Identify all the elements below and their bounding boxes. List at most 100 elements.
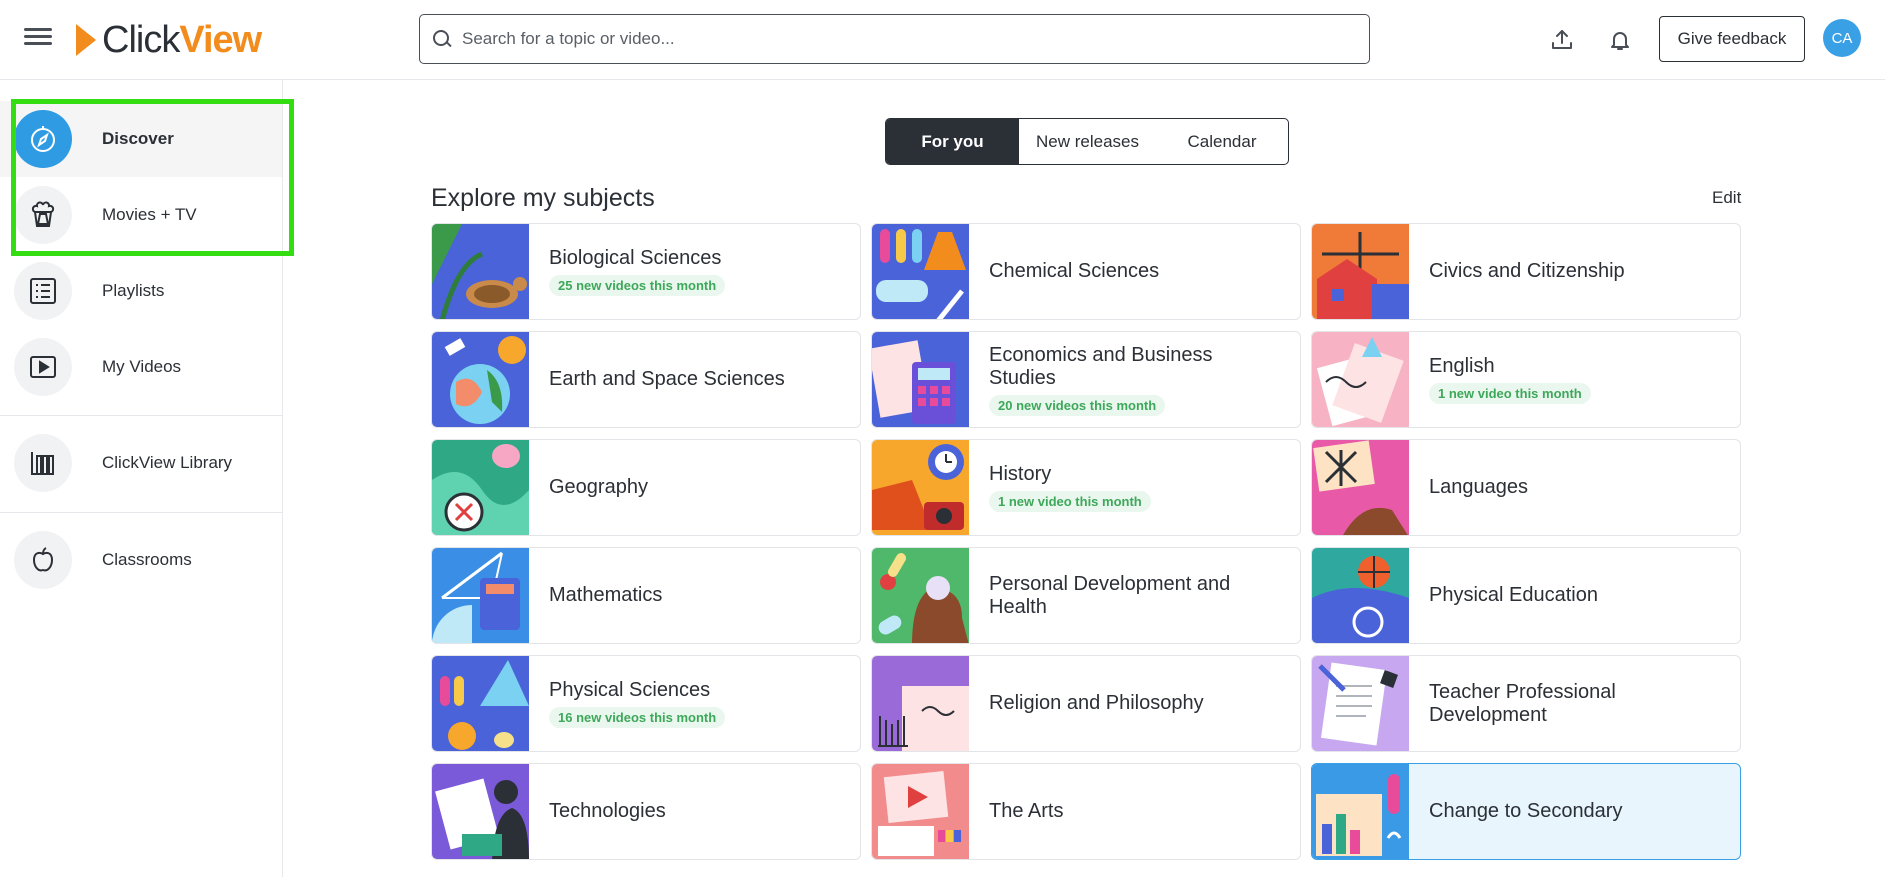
sidebar-item-my-videos[interactable]: My Videos	[0, 329, 282, 405]
subject-title: Economics and Business Studies	[989, 343, 1213, 389]
apple-icon	[14, 531, 72, 589]
subject-title: Teacher Professional Development	[1429, 680, 1616, 726]
sidebar-item-classrooms[interactable]: Classrooms	[0, 522, 282, 598]
subject-title: Technologies	[549, 800, 666, 822]
subject-title: Biological Sciences	[549, 247, 722, 269]
new-videos-badge: 16 new videos this month	[549, 707, 726, 728]
search-input[interactable]	[462, 29, 1342, 49]
sidebar-item-label: Playlists	[102, 281, 165, 300]
change-to-secondary-card[interactable]: Change to Secondary	[1311, 763, 1741, 860]
subject-thumbnail	[1312, 224, 1409, 319]
sidebar-item-playlists[interactable]: Playlists	[0, 253, 282, 329]
sidebar-item-label: Movies + TV	[102, 205, 197, 224]
sidebar-item-label: Discover	[102, 129, 174, 148]
search-bar[interactable]	[419, 14, 1370, 64]
subject-thumbnail	[432, 764, 529, 859]
subject-card-chemical-sciences[interactable]: Chemical Sciences	[871, 223, 1301, 320]
play-triangle-icon	[76, 24, 96, 56]
subject-thumbnail	[1312, 764, 1409, 859]
tab-calendar[interactable]: Calendar	[1156, 119, 1288, 164]
subject-card-biological-sciences[interactable]: Biological Sciences 25 new videos this m…	[431, 223, 861, 320]
sidebar-item-movies-tv[interactable]: Movies + TV	[0, 177, 282, 253]
subject-title: Languages	[1429, 476, 1528, 498]
subject-title: Civics and Citizenship	[1429, 260, 1625, 282]
new-videos-badge: 1 new video this month	[989, 491, 1151, 512]
subject-title: Change to Secondary	[1429, 800, 1623, 822]
search-icon	[432, 29, 452, 49]
tab-for-you[interactable]: For you	[886, 119, 1019, 164]
subject-card-physical-education[interactable]: Physical Education	[1311, 547, 1741, 644]
subject-title: History	[989, 463, 1052, 485]
subject-title: Personal Development and Health	[989, 572, 1231, 618]
content-tabs: For you New releases Calendar	[885, 118, 1289, 165]
subject-title: Mathematics	[549, 584, 663, 606]
new-videos-badge: 1 new video this month	[1429, 383, 1591, 404]
sidebar-divider	[0, 512, 282, 513]
subject-title: English	[1429, 355, 1495, 377]
subject-thumbnail	[1312, 656, 1409, 751]
subject-card-economics-and-business-studies[interactable]: Economics and Business Studies 20 new vi…	[871, 331, 1301, 428]
subject-card-civics-and-citizenship[interactable]: Civics and Citizenship	[1311, 223, 1741, 320]
subject-title: Geography	[549, 476, 648, 498]
notification-bell-icon[interactable]	[1602, 22, 1638, 58]
new-videos-badge: 25 new videos this month	[549, 275, 726, 296]
subject-card-geography[interactable]: Geography	[431, 439, 861, 536]
give-feedback-button[interactable]: Give feedback	[1659, 16, 1805, 62]
subject-title: Earth and Space Sciences	[549, 368, 785, 390]
section-title: Explore my subjects	[431, 184, 655, 212]
sidebar-item-label: Classrooms	[102, 550, 192, 569]
subjects-grid: Biological Sciences 25 new videos this m…	[431, 223, 1743, 860]
subject-title: Physical Education	[1429, 584, 1598, 606]
subject-card-earth-and-space-sciences[interactable]: Earth and Space Sciences	[431, 331, 861, 428]
subject-thumbnail	[432, 548, 529, 643]
subject-thumbnail	[432, 656, 529, 751]
subject-title: Chemical Sciences	[989, 260, 1160, 282]
hamburger-menu-icon[interactable]	[24, 24, 52, 52]
sidebar-item-label: My Videos	[102, 357, 182, 376]
subject-card-english[interactable]: English 1 new video this month	[1311, 331, 1741, 428]
subject-title: Physical Sciences	[549, 679, 711, 701]
compass-icon	[14, 110, 72, 168]
subject-card-technologies[interactable]: Technologies	[431, 763, 861, 860]
list-icon	[14, 262, 72, 320]
subject-thumbnail	[432, 440, 529, 535]
subject-card-the-arts[interactable]: The Arts	[871, 763, 1301, 860]
library-icon	[14, 434, 72, 492]
top-bar: ClickView Give feedback CA	[0, 0, 1885, 80]
subject-card-history[interactable]: History 1 new video this month	[871, 439, 1301, 536]
popcorn-icon	[14, 186, 72, 244]
subject-card-personal-development-and-health[interactable]: Personal Development and Health	[871, 547, 1301, 644]
subject-thumbnail	[432, 332, 529, 427]
subject-thumbnail	[872, 656, 969, 751]
subject-thumbnail	[872, 764, 969, 859]
logo-text-view: View	[179, 19, 262, 61]
subject-card-physical-sciences[interactable]: Physical Sciences 16 new videos this mon…	[431, 655, 861, 752]
logo-text-click: Click	[102, 19, 180, 61]
user-avatar[interactable]: CA	[1823, 19, 1861, 57]
tab-new-releases[interactable]: New releases	[1019, 119, 1156, 164]
play-icon	[14, 338, 72, 396]
sidebar: Discover Movies + TV Playlists My Videos	[0, 80, 283, 877]
subject-title: The Arts	[989, 800, 1064, 822]
subject-title: Religion and Philosophy	[989, 692, 1204, 714]
subject-thumbnail	[872, 548, 969, 643]
subject-thumbnail	[872, 440, 969, 535]
subject-card-teacher-professional-development[interactable]: Teacher Professional Development	[1311, 655, 1741, 752]
subject-thumbnail	[872, 224, 969, 319]
sidebar-item-label: ClickView Library	[102, 453, 233, 472]
upload-icon[interactable]	[1544, 22, 1580, 58]
subject-card-languages[interactable]: Languages	[1311, 439, 1741, 536]
subject-thumbnail	[1312, 440, 1409, 535]
new-videos-badge: 20 new videos this month	[989, 394, 1166, 416]
subject-thumbnail	[432, 224, 529, 319]
clickview-logo[interactable]: ClickView	[76, 18, 262, 62]
sidebar-item-discover[interactable]: Discover	[0, 101, 282, 177]
edit-button[interactable]: Edit	[1712, 188, 1741, 208]
sidebar-item-clickview-library[interactable]: ClickView Library	[0, 425, 282, 501]
subject-card-mathematics[interactable]: Mathematics	[431, 547, 861, 644]
subject-card-religion-and-philosophy[interactable]: Religion and Philosophy	[871, 655, 1301, 752]
subject-thumbnail	[1312, 332, 1409, 427]
subject-thumbnail	[1312, 548, 1409, 643]
sidebar-divider	[0, 415, 282, 416]
subject-thumbnail	[872, 332, 969, 427]
